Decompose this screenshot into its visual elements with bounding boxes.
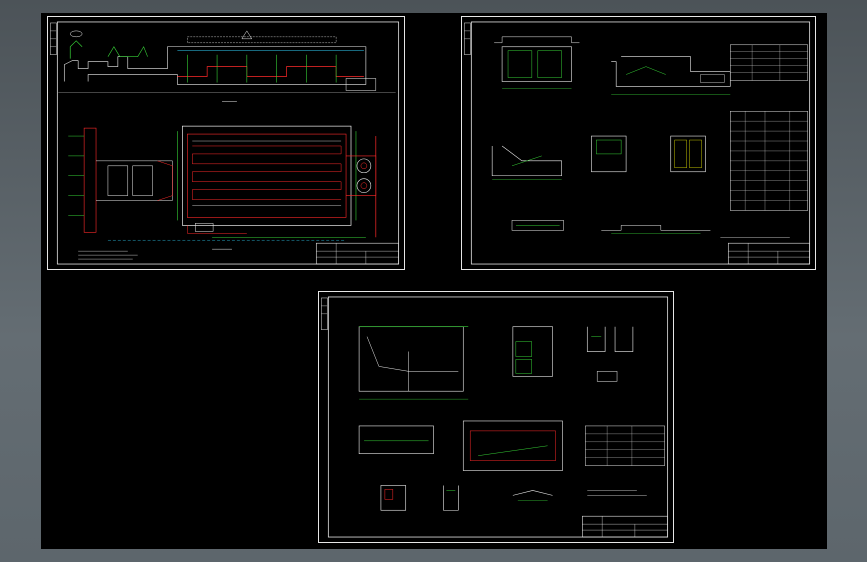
cad-viewport[interactable] — [41, 13, 827, 549]
sheet-2-drawing — [464, 21, 811, 265]
drawing-sheet-2[interactable] — [461, 16, 816, 270]
sheet-3-drawing — [321, 296, 669, 538]
drawing-sheet-1[interactable] — [47, 16, 405, 270]
sheet-1-drawing — [50, 21, 400, 265]
drawing-sheet-3[interactable] — [318, 291, 674, 543]
